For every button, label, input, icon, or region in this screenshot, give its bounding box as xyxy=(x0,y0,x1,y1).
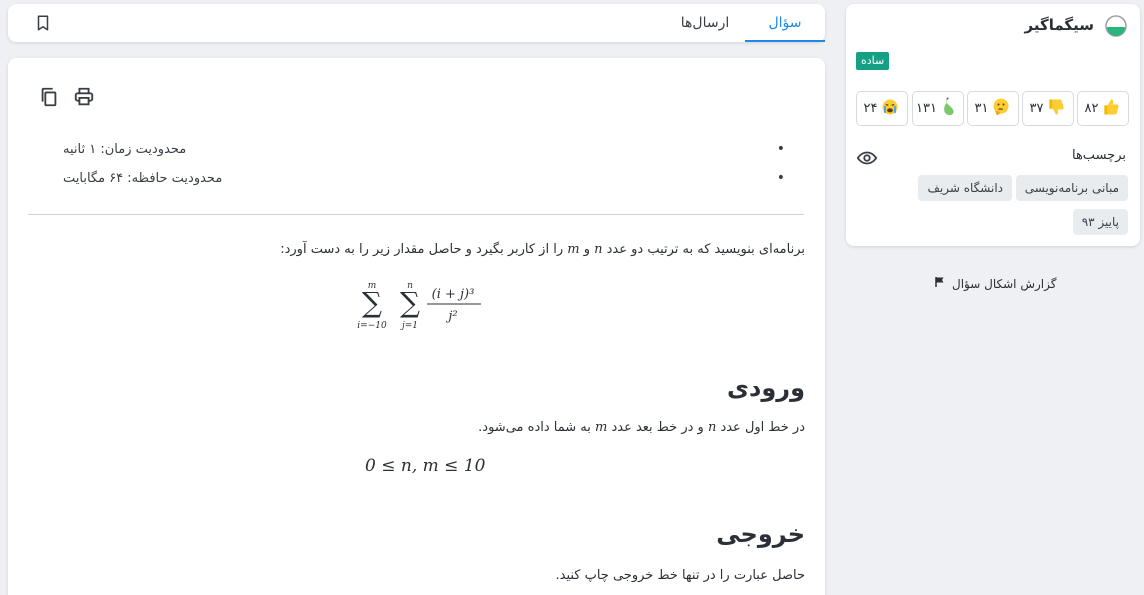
print-icon[interactable] xyxy=(73,86,95,108)
bullet: • xyxy=(776,170,785,186)
reaction-count: ۸۲ xyxy=(1084,101,1099,116)
reaction-thumbs-up[interactable]: ۸۲ xyxy=(1077,91,1129,126)
flag-icon xyxy=(934,276,946,291)
thumbs-up-icon xyxy=(1101,97,1121,121)
difficulty-badge: ساده xyxy=(856,52,890,70)
input-description: در خط اول عدد n و در خط بعد عدد m به شما… xyxy=(478,420,805,435)
reaction-thumbs-down[interactable]: ۳۷ xyxy=(1022,91,1074,126)
thinking-face-icon xyxy=(991,97,1011,121)
output-heading: خروجی xyxy=(716,520,805,548)
tab-bar: ارسال‌ها سؤال xyxy=(8,4,825,42)
time-limit-text: محدودیت زمان: ۱ ثانیه xyxy=(63,142,187,157)
time-limit: • محدودیت زمان: ۱ ثانیه xyxy=(45,141,785,162)
tab-submissions[interactable]: ارسال‌ها xyxy=(665,4,745,42)
report-issue-link[interactable]: گزارش اشکال سؤال xyxy=(934,276,1056,291)
input-constraint: 0 ≤ n, m ≤ 10 xyxy=(365,456,486,476)
copy-icon[interactable] xyxy=(38,86,60,108)
reaction-count: ۳۱ xyxy=(974,101,989,116)
inner-sigma: ∑ xyxy=(400,286,420,319)
bullet: • xyxy=(776,141,785,157)
statement-part-2: و xyxy=(579,242,595,257)
report-issue-text: گزارش اشکال سؤال xyxy=(952,276,1057,291)
tag-item[interactable]: دانشگاه شریف xyxy=(918,175,1012,201)
input-heading: ورودی xyxy=(727,374,805,402)
crying-face-icon xyxy=(880,97,900,121)
memory-limit-text: محدودیت حافظه: ۶۴ مگابایت xyxy=(63,171,223,186)
statement-part-3: را از کاربر بگیرد و حاصل مقدار زیر را به… xyxy=(280,242,568,257)
fraction-numerator: (i + j)³ xyxy=(432,287,475,302)
tags-label: برچسب‌ها xyxy=(1071,148,1126,163)
var-m: m xyxy=(595,420,608,435)
reaction-count: ۱۳۱ xyxy=(916,101,937,116)
eye-icon[interactable] xyxy=(856,147,878,169)
bookmark-icon[interactable] xyxy=(34,14,52,32)
problem-status-icon xyxy=(1104,14,1128,38)
problem-title: سیگماگیر xyxy=(1024,16,1094,34)
output-description: حاصل عبارت را در تنها خط خروجی چاپ کنید. xyxy=(555,568,805,583)
memory-limit: • محدودیت حافظه: ۶۴ مگابایت xyxy=(45,170,785,191)
input-part-1: در خط اول عدد xyxy=(716,420,805,435)
reaction-count: ۳۷ xyxy=(1029,101,1044,116)
input-part-3: به شما داده می‌شود. xyxy=(478,420,595,435)
reaction-pear[interactable]: ۱۳۱ xyxy=(912,91,964,126)
problem-info-panel: سیگماگیر ساده ۸۲ ۳۷ ۳۱ ۱۳۱ ۲۴ برچسب‌ها م… xyxy=(846,4,1140,246)
pear-icon xyxy=(940,96,960,121)
fraction-denominator: j² xyxy=(445,309,457,324)
inner-sum-lower: j=1 xyxy=(400,321,418,331)
tag-item[interactable]: پاییز ۹۳ xyxy=(1072,209,1128,235)
outer-sigma: ∑ xyxy=(362,286,382,319)
reaction-crying[interactable]: ۲۴ xyxy=(856,91,908,126)
divider xyxy=(28,214,804,215)
problem-content: • محدودیت زمان: ۱ ثانیه • محدودیت حافظه:… xyxy=(8,58,825,595)
reaction-thinking[interactable]: ۳۱ xyxy=(967,91,1019,126)
outer-sum-lower: i=−10 xyxy=(357,321,387,331)
thumbs-down-icon xyxy=(1046,97,1066,121)
summation-formula: m ∑ i=−10 n ∑ j=1 (i + j)³ j² xyxy=(357,281,481,331)
reaction-count: ۲۴ xyxy=(863,101,878,116)
var-m: m xyxy=(567,242,580,257)
tab-question[interactable]: سؤال xyxy=(745,4,825,42)
input-part-2: و در خط بعد عدد xyxy=(607,420,708,435)
problem-statement: برنامه‌ای بنویسید که به ترتیب دو عدد n و… xyxy=(280,242,805,257)
tag-item[interactable]: مبانی برنامه‌نویسی xyxy=(1015,175,1128,201)
statement-part-1: برنامه‌ای بنویسید که به ترتیب دو عدد xyxy=(602,242,805,257)
